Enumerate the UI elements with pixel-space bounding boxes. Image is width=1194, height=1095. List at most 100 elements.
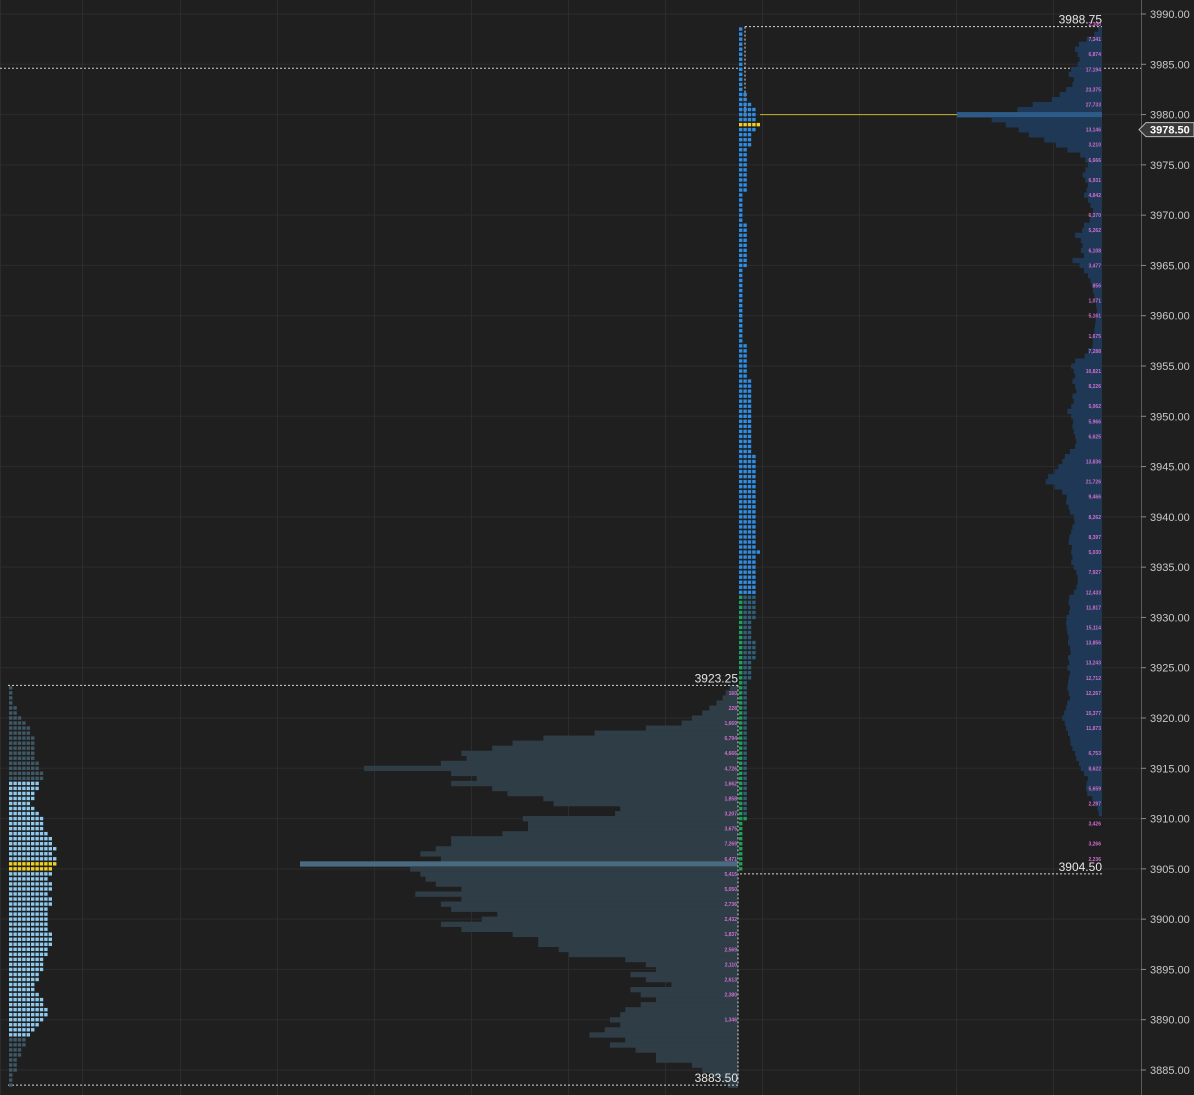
tpo-block: [17, 1002, 22, 1007]
tpo-block: [743, 746, 747, 750]
tpo-block: [26, 821, 30, 826]
tpo-block: [31, 992, 35, 997]
tpo-block: [739, 595, 743, 600]
tpo-block: [743, 806, 747, 811]
axis-tick-label: 3910.00: [1150, 814, 1190, 826]
tpo-block: [31, 907, 35, 911]
tpo-block: [739, 836, 743, 841]
tpo-block: [26, 786, 30, 791]
tpo-block: [743, 565, 747, 569]
tpo-block: [739, 122, 743, 127]
tpo-block: [747, 590, 752, 594]
tpo-block: [17, 786, 22, 791]
volume-bar: [1085, 167, 1102, 173]
tpo-block: [743, 409, 747, 413]
tpo-block: [44, 952, 48, 957]
tpo-block: [739, 459, 743, 464]
tpo-block: [747, 127, 752, 132]
tpo-block: [39, 962, 44, 967]
tpo-block: [752, 469, 756, 474]
tpo-block: [739, 811, 743, 816]
tpo-block: [739, 62, 743, 66]
tpo-block: [9, 786, 13, 791]
volume-bar: [1087, 272, 1102, 279]
tpo-block: [739, 444, 743, 449]
tpo-block: [17, 776, 22, 781]
tpo-block: [747, 459, 752, 464]
volume-label: 13,836: [1086, 460, 1102, 466]
tpo-block: [44, 912, 48, 916]
tpo-block: [739, 490, 743, 494]
tpo-block: [39, 1002, 44, 1007]
tpo-block: [739, 233, 743, 237]
volume-bar: [1092, 343, 1102, 349]
tpo-block: [739, 535, 743, 539]
tpo-block: [22, 751, 26, 755]
tpo-block: [35, 836, 39, 841]
volume-label: 3,426: [1088, 822, 1101, 828]
tpo-block: [22, 897, 26, 901]
tpo-block: [39, 927, 44, 931]
tpo-block: [22, 972, 26, 977]
tpo-block: [752, 127, 756, 132]
tpo-block: [13, 816, 17, 821]
tpo-block: [13, 791, 17, 796]
tpo-block: [743, 223, 747, 227]
volume-bar: [440, 901, 738, 907]
tpo-block: [739, 731, 743, 735]
volume-bar: [1072, 378, 1102, 384]
tpo-block: [22, 1007, 26, 1012]
tpo-block: [26, 967, 30, 972]
tpo-block: [739, 198, 743, 202]
tpo-block: [13, 967, 17, 972]
tpo-block: [26, 922, 30, 926]
tpo-block: [35, 917, 39, 921]
volume-bar: [451, 841, 738, 847]
tpo-block: [35, 907, 39, 911]
tpo-block: [17, 796, 22, 801]
tpo-block: [17, 766, 22, 770]
tpo-block: [743, 163, 747, 167]
tpo-block: [31, 781, 35, 786]
tpo-block: [743, 786, 747, 791]
tpo-block: [9, 1007, 13, 1012]
tpo-block: [739, 821, 743, 826]
tpo-block: [26, 972, 30, 977]
tpo-block: [752, 122, 756, 127]
tpo-block: [35, 902, 39, 906]
tpo-block: [747, 535, 752, 539]
tpo-block: [9, 887, 13, 891]
volume-bar: [1067, 655, 1102, 661]
tpo-block: [22, 776, 26, 781]
tpo-block: [747, 666, 752, 670]
tpo-block: [17, 741, 22, 745]
volume-label: 17,194: [1086, 67, 1102, 73]
tpo-block: [13, 1018, 17, 1022]
tpo-block: [739, 153, 743, 157]
tpo-block: [13, 892, 17, 896]
tpo-block: [31, 877, 35, 881]
tpo-block: [739, 630, 743, 635]
tpo-block: [739, 143, 743, 147]
tpo-block: [13, 711, 17, 715]
tpo-block: [9, 831, 13, 836]
tpo-block: [39, 852, 44, 856]
volume-bar: [1068, 504, 1102, 510]
tpo-block: [752, 505, 756, 509]
tpo-block: [752, 590, 756, 594]
volume-bar: [451, 780, 738, 787]
tpo-block: [739, 278, 743, 283]
tpo-block: [13, 937, 17, 941]
tpo-block: [743, 143, 747, 147]
tpo-block: [31, 831, 35, 836]
volume-label: 6,471: [724, 857, 737, 863]
tpo-block: [747, 409, 752, 413]
tpo-block: [739, 173, 743, 177]
tpo-block: [22, 786, 26, 791]
tpo-block: [743, 248, 747, 253]
tpo-block: [752, 555, 756, 559]
tpo-block: [739, 610, 743, 615]
tpo-block: [747, 444, 752, 449]
tpo-block: [739, 389, 743, 393]
volume-bar: [1076, 584, 1102, 591]
